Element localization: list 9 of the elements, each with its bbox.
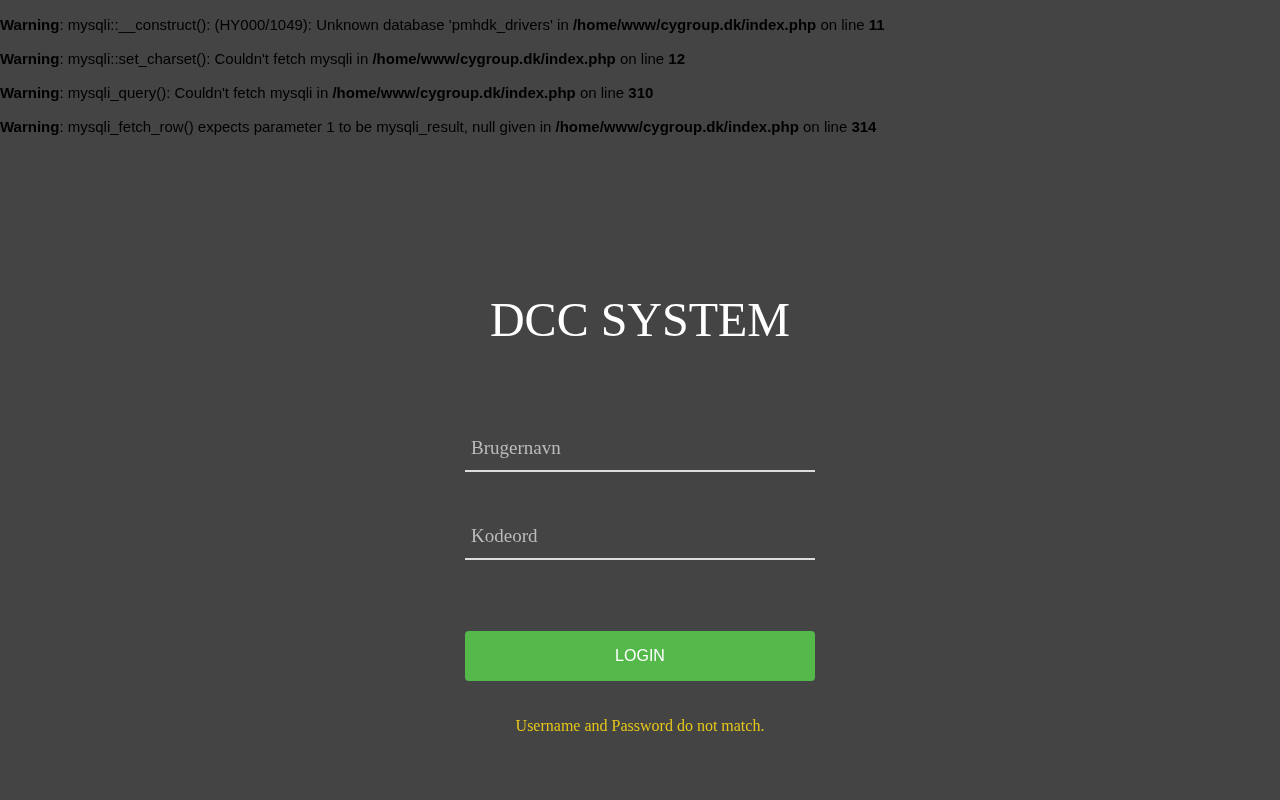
- username-field[interactable]: Brugernavn: [465, 425, 815, 472]
- error-message: Username and Password do not match.: [515, 716, 765, 736]
- warning-message: Warning: mysqli_query(): Couldn't fetch mysqli in /home/www/cygroup.dk/index.php on line 310: [0, 84, 655, 102]
- page-title: DCC SYSTEM: [489, 292, 791, 348]
- login-button[interactable]: LOGIN: [465, 631, 815, 681]
- warning-message: Warning: mysqli_fetch_row() expects parameter 1 to be mysqli_result, null given in /home/www/cygroup.dk/index.php on line 314: [0, 118, 878, 136]
- password-field[interactable]: Kodeord: [465, 513, 815, 560]
- warning-message: Warning: mysqli::__construct(): (HY000/1049): Unknown database 'pmhdk_drivers' in /home/www/cygroup.dk/index.php on line 11: [0, 16, 886, 34]
- warning-message: Warning: mysqli::set_charset(): Couldn't fetch mysqli in /home/www/cygroup.dk/index.php on line 12: [0, 50, 686, 68]
